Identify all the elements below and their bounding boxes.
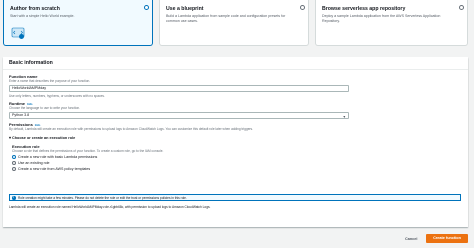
option-description: Build a Lambda application from sample c… <box>166 14 286 23</box>
panel-title: Basic information <box>9 60 53 66</box>
chevron-down-icon: ▼ <box>342 114 346 119</box>
runtime-value: Python 3.8 <box>12 113 30 117</box>
function-name-hint: Enter a name that describes the purpose … <box>9 79 91 83</box>
create-function-button[interactable]: Create function <box>426 234 468 243</box>
function-name-rule: Use only letters, numbers, hyphens, or u… <box>9 94 105 98</box>
option-radio[interactable] <box>459 5 464 10</box>
role-radio-existing[interactable] <box>12 161 16 165</box>
option-description: Deploy a sample Lambda application from … <box>322 14 441 23</box>
option-radio[interactable] <box>300 5 305 10</box>
execution-role-expander[interactable]: ▾ Choose or create an execution role <box>9 135 75 140</box>
role-radio-templates[interactable] <box>12 167 16 171</box>
role-option-label: Use an existing role <box>18 161 50 165</box>
execution-role-hint: Choose a role that defines the permissio… <box>12 149 164 153</box>
info-alert-text: Role creation might take a few minutes. … <box>18 196 187 201</box>
role-radio-create-basic[interactable] <box>12 155 16 159</box>
option-radio[interactable] <box>144 5 149 10</box>
runtime-select[interactable]: Python 3.8 ▼ <box>9 112 349 119</box>
basic-information-panel: Basic information Function name Enter a … <box>3 57 468 227</box>
option-title: Use a blueprint <box>166 6 204 12</box>
option-author-from-scratch[interactable]: Author from scratch Start with a simple … <box>3 0 153 46</box>
option-description: Start with a simple Hello World example. <box>10 14 75 18</box>
role-summary-text: Lambda will create an execution role nam… <box>9 205 211 209</box>
info-icon: i <box>12 195 16 200</box>
permissions-hint: By default, Lambda will create an execut… <box>9 127 254 131</box>
option-title: Browse serverless app repository <box>322 6 406 12</box>
role-option-label: Create a new role with basic Lambda perm… <box>18 155 98 159</box>
runtime-hint: Choose the language to use to write your… <box>9 106 81 110</box>
info-alert: i Role creation might take a few minutes… <box>9 194 461 201</box>
option-title: Author from scratch <box>10 6 60 12</box>
option-serverless-repo[interactable]: Browse serverless app repository Deploy … <box>315 0 468 46</box>
role-option-label: Create a new role from AWS policy templa… <box>18 167 91 171</box>
code-icon <box>11 27 25 39</box>
function-name-value: HelloWorldAMPMday <box>12 86 47 90</box>
expander-label: Choose or create an execution role <box>11 136 76 140</box>
function-name-input[interactable]: HelloWorldAMPMday <box>9 85 349 92</box>
panel-header: Basic information <box>3 57 468 70</box>
option-use-blueprint[interactable]: Use a blueprint Build a Lambda applicati… <box>159 0 309 46</box>
cancel-button[interactable]: Cancel <box>405 237 417 241</box>
